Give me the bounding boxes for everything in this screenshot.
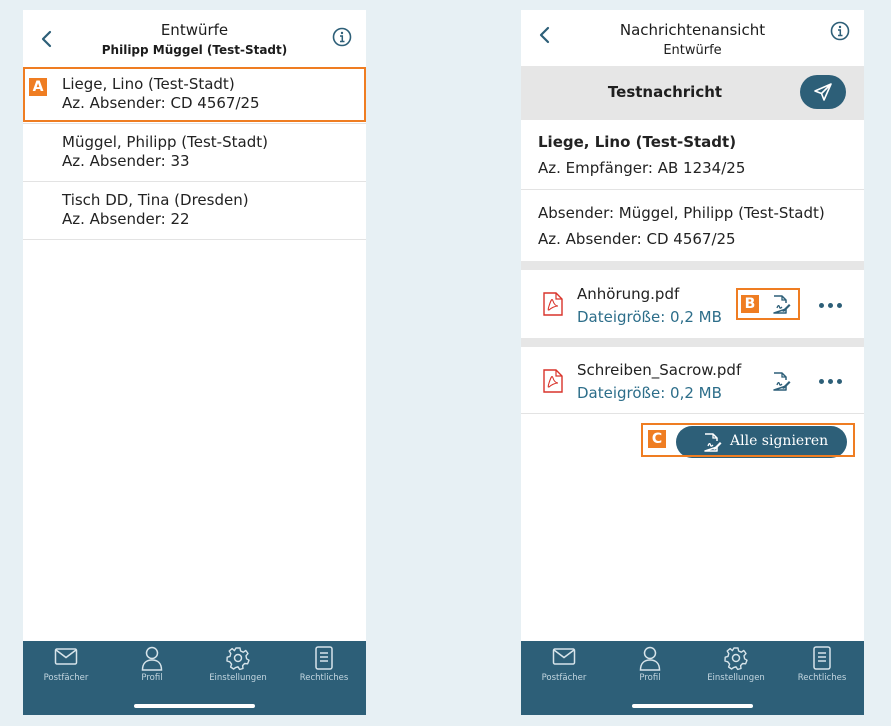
marker-a: A: [29, 78, 47, 96]
recipient-ref: Az. Empfänger: AB 1234/25: [538, 159, 746, 177]
list-item[interactable]: Müggel, Philipp (Test-Stadt) Az. Absende…: [23, 124, 366, 182]
marker-b: B: [741, 295, 759, 313]
page-subtitle: Entwürfe: [663, 43, 722, 58]
subject-bar: Testnachricht: [521, 66, 864, 120]
tab-label: Postfächer: [43, 673, 89, 683]
list-item-name: Tisch DD, Tina (Dresden): [62, 191, 249, 209]
more-dot: [819, 303, 824, 308]
section-divider: [521, 261, 864, 270]
section-divider: [521, 338, 864, 347]
document-icon: [315, 646, 333, 670]
more-dot: [819, 379, 824, 384]
send-button[interactable]: [800, 75, 846, 109]
list-item-ref: Az. Absender: 33: [62, 152, 190, 170]
tab-rechtliches[interactable]: Rechtliches: [779, 641, 864, 701]
attachment-filename: Anhörung.pdf: [577, 285, 680, 303]
signature-icon: [773, 372, 791, 391]
mail-icon: [54, 648, 78, 665]
info-button[interactable]: [331, 26, 353, 48]
attachment-size: Dateigröße: 0,2 MB: [577, 308, 722, 326]
info-button[interactable]: [829, 20, 851, 42]
marker-c: C: [648, 430, 666, 448]
pdf-file-icon: [543, 292, 563, 316]
page-title: Nachrichtenansicht: [619, 21, 766, 39]
tab-label: Postfächer: [541, 673, 587, 683]
more-dot: [837, 303, 842, 308]
highlight-box-a: [23, 67, 366, 122]
more-dot: [837, 379, 842, 384]
list-item[interactable]: Tisch DD, Tina (Dresden) Az. Absender: 2…: [23, 182, 366, 240]
recipient-name: Liege, Lino (Test-Stadt): [538, 133, 737, 151]
sign-attachment-button[interactable]: [771, 372, 791, 392]
info-icon: [830, 21, 850, 41]
tab-postfaecher[interactable]: Postfächer: [23, 641, 109, 701]
sender-name: Absender: Müggel, Philipp (Test-Stadt): [538, 204, 825, 222]
tab-label: Einstellungen: [707, 673, 765, 683]
tab-profil[interactable]: Profil: [109, 641, 195, 701]
tab-profil[interactable]: Profil: [607, 641, 693, 701]
home-indicator: [134, 704, 255, 708]
message-subject: Testnachricht: [607, 83, 723, 101]
more-options-button[interactable]: [819, 375, 843, 387]
gear-icon: [724, 647, 748, 671]
tab-label: Rechtliches: [299, 673, 349, 683]
highlight-box-c: [641, 423, 855, 457]
tab-label: Rechtliches: [797, 673, 847, 683]
more-dot: [828, 379, 833, 384]
attachment-filename: Schreiben_Sacrow.pdf: [577, 361, 742, 379]
drafts-screen: Entwürfe Philipp Müggel (Test-Stadt) Lie…: [23, 10, 366, 715]
more-options-button[interactable]: [819, 299, 843, 311]
tab-bar: Postfächer Profil Einstellungen Rechtlic…: [23, 641, 366, 715]
list-item-ref: Az. Absender: 22: [62, 210, 190, 228]
page-title: Entwürfe: [160, 21, 229, 39]
tab-label: Profil: [141, 673, 163, 683]
attachment-size: Dateigröße: 0,2 MB: [577, 384, 722, 402]
tab-einstellungen[interactable]: Einstellungen: [693, 641, 779, 701]
tab-einstellungen[interactable]: Einstellungen: [195, 641, 281, 701]
tab-rechtliches[interactable]: Rechtliches: [281, 641, 366, 701]
mail-icon: [552, 648, 576, 665]
divider: [521, 413, 864, 414]
message-view-screen: Nachrichtenansicht Entwürfe Testnachrich…: [521, 10, 864, 715]
tab-label: Einstellungen: [209, 673, 267, 683]
tab-postfaecher[interactable]: Postfächer: [521, 641, 607, 701]
message-header: Nachrichtenansicht Entwürfe: [521, 10, 864, 66]
home-indicator: [632, 704, 753, 708]
tab-bar: Postfächer Profil Einstellungen Rechtlic…: [521, 641, 864, 715]
page-subtitle: Philipp Müggel (Test-Stadt): [101, 43, 288, 57]
profile-icon: [141, 646, 163, 671]
send-icon: [814, 83, 832, 101]
drafts-header: Entwürfe Philipp Müggel (Test-Stadt): [23, 10, 366, 66]
document-icon: [813, 646, 831, 670]
divider: [521, 189, 864, 190]
info-icon: [332, 27, 352, 47]
sender-ref: Az. Absender: CD 4567/25: [538, 230, 736, 248]
tab-label: Profil: [639, 673, 661, 683]
gear-icon: [226, 647, 250, 671]
more-dot: [828, 303, 833, 308]
list-item-name: Müggel, Philipp (Test-Stadt): [62, 133, 268, 151]
pdf-file-icon: [543, 369, 563, 393]
profile-icon: [639, 646, 661, 671]
